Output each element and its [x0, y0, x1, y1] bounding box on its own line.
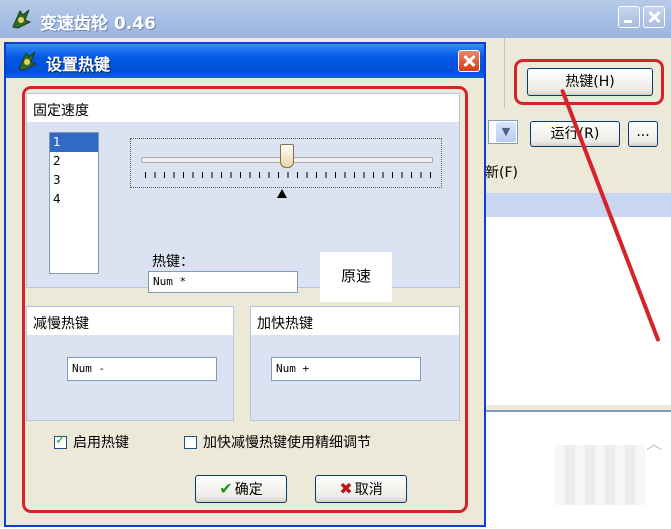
main-title-bar[interactable]: 变速齿轮 0.46 — [0, 0, 671, 38]
speed-slider[interactable] — [130, 138, 442, 188]
fixed-speed-heading: 固定速度 — [33, 103, 89, 119]
dialog-close-button[interactable] — [458, 50, 480, 72]
refresh-label[interactable]: 新(F) — [485, 162, 518, 182]
cancel-label: 取消 — [354, 482, 383, 498]
set-hotkey-dialog: 设置热键 固定速度 1 2 3 4 热键： Num * 原速 减慢热键 Num … — [4, 42, 486, 527]
ok-button[interactable]: ✔ 确定 — [195, 475, 287, 503]
minimize-button[interactable] — [618, 6, 640, 28]
chevron-down-icon[interactable]: ▼ — [496, 122, 516, 142]
close-icon: ✖ — [339, 479, 353, 498]
slow-hotkey-input[interactable]: Num - — [67, 357, 217, 381]
dialog-title: 设置热键 — [46, 55, 111, 74]
slider-ticks — [145, 172, 431, 178]
scroll-up-icon[interactable]: ︿ — [646, 430, 662, 453]
checkmark-icon: ✔ — [219, 479, 233, 498]
hotkey-label: 热键： — [152, 254, 194, 270]
gear-app-icon — [12, 9, 32, 29]
list-header — [485, 193, 671, 217]
main-close-button[interactable] — [643, 6, 665, 28]
fine-tune-row[interactable]: 加快减慢热键使用精细调节 — [184, 432, 371, 452]
more-button[interactable]: ... — [628, 121, 658, 147]
slider-thumb[interactable] — [280, 144, 294, 168]
divider — [504, 38, 505, 108]
blurred-area — [555, 445, 645, 505]
speed-up-header: 加快热键 — [251, 307, 459, 335]
enable-hotkey-label: 启用热键 — [73, 435, 129, 451]
main-window-title: 变速齿轮 0.46 — [40, 14, 156, 34]
ok-label: 确定 — [234, 482, 263, 498]
cancel-button[interactable]: ✖ 取消 — [315, 475, 407, 503]
speed-up-heading: 加快热键 — [257, 316, 313, 332]
process-list[interactable] — [485, 217, 671, 405]
fine-tune-checkbox[interactable] — [184, 436, 197, 449]
list-item[interactable]: 1 — [50, 133, 98, 152]
speed-up-panel: 加快热键 Num + — [250, 306, 460, 421]
original-speed-button[interactable]: 原速 — [320, 252, 392, 302]
fast-hotkey-input[interactable]: Num + — [271, 357, 421, 381]
fixed-speed-panel: 固定速度 1 2 3 4 热键： Num * 原速 — [26, 93, 460, 302]
slow-down-heading: 减慢热键 — [33, 316, 89, 332]
enable-hotkey-row[interactable]: 启用热键 — [54, 432, 129, 452]
slider-pointer-icon — [277, 189, 287, 198]
slow-down-header: 减慢热键 — [27, 307, 233, 335]
fixed-hotkey-input[interactable]: Num * — [148, 271, 298, 293]
slow-down-panel: 减慢热键 Num - — [26, 306, 234, 421]
list-item[interactable]: 4 — [50, 190, 98, 209]
process-combo[interactable]: ▼ — [488, 120, 518, 144]
gear-app-icon — [18, 51, 38, 71]
speed-list[interactable]: 1 2 3 4 — [49, 132, 99, 274]
dialog-title-bar[interactable]: 设置热键 — [6, 44, 484, 78]
list-item[interactable]: 2 — [50, 152, 98, 171]
fine-tune-label: 加快减慢热键使用精细调节 — [203, 435, 371, 451]
hotkey-button-highlight — [514, 59, 664, 105]
enable-hotkey-checkbox[interactable] — [54, 433, 67, 449]
list-item[interactable]: 3 — [50, 171, 98, 190]
fixed-speed-header: 固定速度 — [27, 94, 459, 122]
